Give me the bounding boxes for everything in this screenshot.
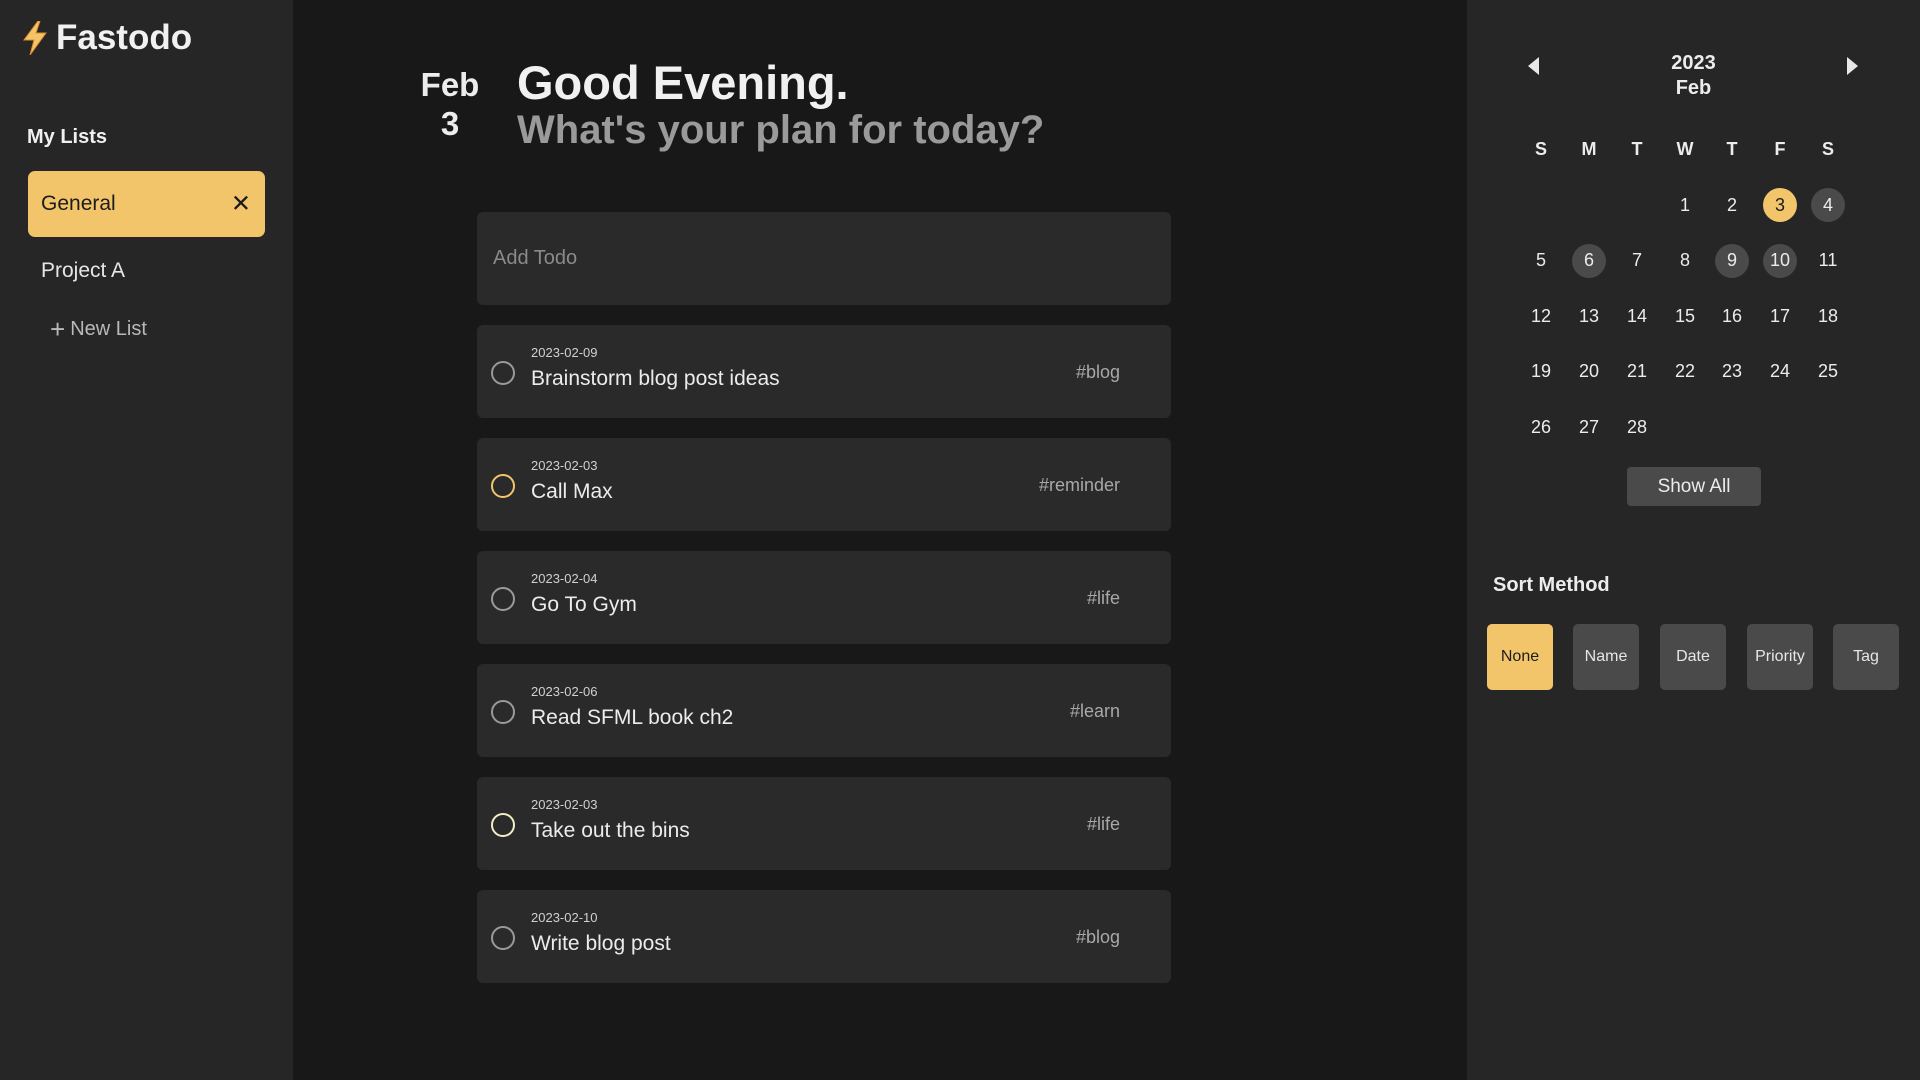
calendar-day[interactable]: 16 (1715, 299, 1749, 333)
circle-checkbox-icon[interactable] (491, 813, 515, 837)
plus-icon: + (50, 314, 66, 344)
todo-tag[interactable]: #learn (1070, 701, 1120, 722)
calendar-day[interactable]: 6 (1572, 243, 1606, 278)
todo-item[interactable]: 2023-02-04 Go To Gym #life (477, 551, 1171, 644)
sort-tag-button[interactable]: Tag (1833, 624, 1899, 690)
todo-date: 2023-02-04 (531, 571, 598, 586)
calendar-day[interactable]: 7 (1620, 244, 1654, 278)
todo-tag[interactable]: #reminder (1039, 475, 1120, 496)
calendar-weekday: T (1726, 138, 1738, 159)
close-icon[interactable]: ✕ (231, 190, 251, 219)
brand: Fastodo (22, 18, 192, 58)
todo-tag[interactable]: #life (1087, 814, 1120, 835)
lightning-bolt-icon (23, 21, 47, 55)
date-month: Feb (420, 66, 480, 103)
circle-checkbox-icon[interactable] (491, 474, 515, 498)
calendar-day[interactable]: 25 (1811, 355, 1845, 389)
list-item-general[interactable]: General ✕ (28, 171, 265, 237)
add-todo-input[interactable] (477, 212, 1171, 305)
todo-date: 2023-02-03 (531, 797, 598, 812)
calendar-day[interactable]: 21 (1620, 355, 1654, 389)
chevron-right-icon[interactable] (1847, 57, 1858, 75)
calendar-day[interactable]: 8 (1668, 244, 1702, 278)
circle-checkbox-icon[interactable] (491, 926, 515, 950)
calendar-day[interactable]: 14 (1620, 299, 1654, 333)
calendar-day[interactable]: 9 (1715, 243, 1749, 278)
todo-title: Write blog post (531, 932, 671, 955)
todo-title: Read SFML book ch2 (531, 706, 734, 729)
calendar-weekday: M (1581, 138, 1597, 159)
circle-checkbox-icon[interactable] (491, 587, 515, 611)
todo-title: Take out the bins (531, 819, 690, 842)
new-list-label: New List (70, 317, 147, 340)
todo-item[interactable]: 2023-02-09 Brainstorm blog post ideas #blo… (477, 325, 1171, 418)
calendar-day[interactable]: 26 (1524, 410, 1558, 444)
list-item-project-a[interactable]: Project A (28, 238, 265, 304)
list-item-label: General (41, 192, 116, 215)
calendar-day[interactable]: 18 (1811, 299, 1845, 333)
app-title: Fastodo (56, 18, 193, 57)
calendar-weekday: F (1774, 138, 1786, 159)
calendar-day[interactable]: 22 (1668, 355, 1702, 389)
calendar-weekday: S (1821, 138, 1834, 159)
calendar-day[interactable]: 2 (1715, 188, 1749, 222)
calendar-weekday: S (1534, 138, 1547, 159)
calendar-day[interactable]: 19 (1524, 355, 1558, 389)
greeting-title: Good Evening. (517, 56, 849, 109)
todo-item[interactable]: 2023-02-10 Write blog post #blog (477, 890, 1171, 983)
sort-priority-button[interactable]: Priority (1747, 624, 1813, 690)
calendar-day[interactable]: 23 (1715, 355, 1749, 389)
list-item-label: Project A (41, 259, 126, 282)
sort-method-heading: Sort Method (1493, 574, 1610, 596)
show-all-button[interactable]: Show All (1627, 467, 1761, 506)
calendar-month: Feb (1675, 77, 1712, 99)
new-list-button[interactable]: + New List (50, 316, 147, 342)
left-sidebar: Fastodo My Lists General ✕ Project A + N… (0, 0, 293, 1080)
calendar-day[interactable]: 12 (1524, 299, 1558, 333)
greeting-subtitle: What's your plan for today? (517, 108, 1045, 152)
calendar-day[interactable]: 3 (1763, 188, 1797, 222)
my-lists-heading: My Lists (27, 126, 108, 148)
calendar-day[interactable]: 27 (1572, 410, 1606, 444)
right-sidebar: 2023 Feb S M T W T F S 1 2 3 4 5 6 7 8 9 10 11 12 13 14 15 16 1… (1467, 0, 1920, 1080)
todo-tag[interactable]: #blog (1076, 362, 1120, 383)
calendar-day[interactable]: 28 (1620, 410, 1654, 444)
calendar-day[interactable]: 20 (1572, 355, 1606, 389)
calendar-day[interactable]: 4 (1811, 188, 1845, 222)
app-window: Fastodo My Lists General ✕ Project A + N… (0, 0, 1920, 1080)
todo-item[interactable]: 2023-02-06 Read SFML book ch2 #learn (477, 664, 1171, 757)
calendar-day[interactable]: 24 (1763, 355, 1797, 389)
calendar-day[interactable]: 5 (1524, 244, 1558, 278)
todo-item[interactable]: 2023-02-03 Call Max #reminder (477, 438, 1171, 531)
todo-title: Brainstorm blog post ideas (531, 367, 780, 390)
calendar-day[interactable]: 17 (1763, 299, 1797, 333)
todo-date: 2023-02-03 (531, 458, 598, 473)
todo-tag[interactable]: #blog (1076, 927, 1120, 948)
calendar-day[interactable]: 10 (1763, 243, 1797, 278)
calendar-day[interactable]: 1 (1668, 188, 1702, 222)
circle-checkbox-icon[interactable] (491, 700, 515, 724)
calendar-day[interactable]: 11 (1811, 244, 1845, 278)
date-day: 3 (440, 105, 460, 142)
todo-date: 2023-02-10 (531, 910, 598, 925)
calendar-weekday: W (1676, 138, 1694, 159)
date-badge: Feb 3 (420, 65, 480, 143)
sort-date-button[interactable]: Date (1660, 624, 1726, 690)
main-panel: Feb 3 Good Evening. What's your plan for… (293, 0, 1467, 1080)
sort-none-button[interactable]: None (1487, 624, 1553, 690)
todo-date: 2023-02-09 (531, 345, 598, 360)
todo-title: Go To Gym (531, 593, 637, 616)
todo-item[interactable]: 2023-02-03 Take out the bins #life (477, 777, 1171, 870)
calendar-day[interactable]: 13 (1572, 299, 1606, 333)
sort-name-button[interactable]: Name (1573, 624, 1639, 690)
todo-title: Call Max (531, 480, 613, 503)
calendar-day[interactable]: 15 (1668, 299, 1702, 333)
todo-tag[interactable]: #life (1087, 588, 1120, 609)
circle-checkbox-icon[interactable] (491, 361, 515, 385)
calendar-weekday: T (1631, 138, 1643, 159)
todo-date: 2023-02-06 (531, 684, 598, 699)
